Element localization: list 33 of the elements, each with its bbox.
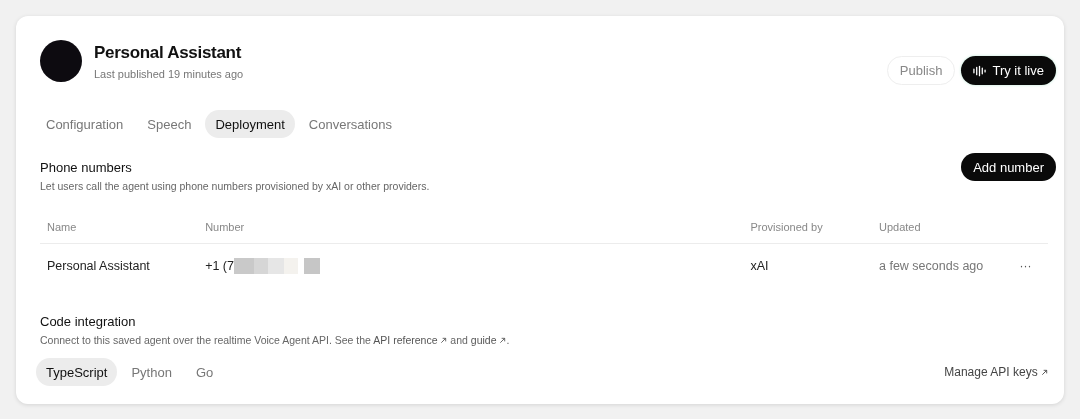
column-header: Provisioned by: [749, 220, 824, 233]
guide-link[interactable]: guide: [470, 334, 507, 346]
try-live-button[interactable]: Try it live: [961, 56, 1056, 85]
arrow-icon: [440, 337, 448, 344]
column-header: Number: [204, 220, 246, 233]
avatar: [40, 40, 82, 82]
publish-status: Last published 19 minutes ago: [94, 67, 244, 80]
manage-api-keys-link[interactable]: Manage API keys: [944, 365, 1048, 379]
table-cell-text: a few seconds ago: [878, 259, 985, 273]
language-tab[interactable]: Go: [185, 358, 224, 386]
table-cell-text: xAI: [749, 259, 770, 273]
section-description: Let users call the agent using phone numbers provisioned by xAI or other providers.: [40, 180, 430, 192]
tab[interactable]: Speech: [137, 110, 202, 138]
tab[interactable]: Conversations: [298, 110, 402, 138]
arrow-icon: [499, 337, 507, 344]
language-tab[interactable]: Python: [121, 358, 182, 386]
waveform-icon: [973, 64, 987, 77]
tab[interactable]: Configuration: [36, 110, 134, 138]
tab[interactable]: Deployment: [205, 110, 295, 138]
publish-button[interactable]: Publish: [886, 56, 956, 85]
api-reference-link[interactable]: API reference: [373, 334, 448, 346]
language-tab[interactable]: TypeScript: [36, 358, 118, 386]
more-button[interactable]: ···: [1015, 259, 1036, 273]
add-number-button[interactable]: Add number: [961, 153, 1056, 181]
section-title: Phone numbers: [40, 160, 133, 175]
table-cell: +1 (7: [205, 259, 234, 273]
section-description: Connect to this saved agent over the realtime Voice Agent API. See the API reference and guide .: [40, 334, 511, 346]
arrow-icon: [1041, 369, 1048, 376]
section-title: Code integration: [40, 314, 137, 329]
column-header: Name: [46, 220, 78, 233]
column-header: Updated: [878, 220, 922, 233]
table-cell-text: Personal Assistant: [46, 259, 151, 273]
agent-name: Personal Assistant: [94, 42, 243, 63]
